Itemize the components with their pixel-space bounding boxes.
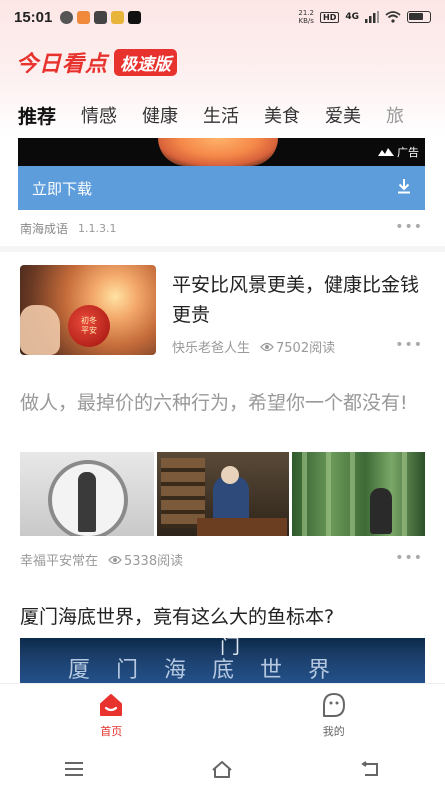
thumbnail-text: 平安: [81, 326, 97, 335]
image-bamboo: [326, 452, 331, 536]
signal-type: 4G: [345, 12, 359, 22]
app-notification-icon: [77, 10, 91, 24]
article-image[interactable]: [157, 452, 289, 536]
image-figure: [370, 488, 392, 534]
image-bamboo: [302, 452, 307, 536]
ad-platform-icon: [378, 148, 394, 156]
ad-download-button[interactable]: 立即下载: [18, 166, 425, 210]
home-outline-icon: [212, 760, 233, 778]
tab-health[interactable]: 健康: [142, 102, 178, 128]
image-desk: [197, 518, 287, 536]
ad-download-label: 立即下载: [32, 179, 93, 198]
nav-mine[interactable]: 我的: [223, 684, 445, 745]
thumbnail-hand: [20, 305, 60, 355]
network-speed-unit: KB/s: [298, 17, 314, 25]
article-title[interactable]: 平安比风景更美，健康比金钱更贵: [172, 270, 427, 330]
ad-advertiser: 南海成语: [20, 222, 69, 236]
feed-divider: [0, 246, 445, 252]
ad-image-glow: [158, 138, 278, 166]
menu-lines-icon: [65, 761, 84, 776]
check-circle-icon: [60, 10, 74, 24]
app-logo: 今日看点 极速版: [16, 46, 178, 78]
home-icon: [100, 693, 123, 716]
recent-apps-button[interactable]: [54, 754, 94, 784]
tab-travel[interactable]: 旅: [386, 102, 404, 128]
cell-signal-icon: [365, 11, 379, 23]
eye-icon: [260, 342, 274, 351]
image-bamboo: [350, 452, 355, 536]
more-options-icon[interactable]: •••: [395, 550, 423, 566]
bottom-nav: 首页 我的: [0, 683, 445, 745]
article-author[interactable]: 快乐老爸人生: [172, 337, 250, 356]
app-notification-icon: [111, 10, 125, 24]
nav-mine-label: 我的: [322, 724, 345, 738]
nav-home[interactable]: 首页: [0, 684, 223, 745]
back-arrow-icon: [361, 760, 378, 776]
wifi-icon: [385, 11, 401, 23]
article-author[interactable]: 幸福平安常在: [20, 550, 98, 569]
ad-image[interactable]: 广告: [18, 138, 425, 166]
status-time: 15:01: [14, 8, 53, 26]
home-system-button[interactable]: [202, 754, 242, 784]
article-title[interactable]: 做人，最掉价的六种行为，希望你一个都没有!: [20, 388, 430, 418]
article-image[interactable]: [292, 452, 425, 536]
ad-meta: 南海成语 1.1.3.1: [20, 220, 427, 237]
back-button[interactable]: [351, 754, 391, 784]
network-speed-value: 21.2: [298, 9, 314, 17]
nav-home-label: 首页: [100, 724, 123, 738]
thumbnail-ornament: 初冬 平安: [68, 305, 110, 347]
network-speed: 21.2 KB/s: [298, 9, 314, 25]
read-count-label: 5338阅读: [124, 554, 184, 569]
ad-tag: 广告: [378, 144, 419, 160]
eye-icon: [108, 555, 122, 564]
image-figure: [78, 472, 96, 532]
ad-version: 1.1.3.1: [78, 222, 117, 235]
download-icon: [397, 178, 411, 198]
article-meta: 快乐老爸人生 7502阅读: [172, 337, 335, 356]
article-meta: 幸福平安常在 5338阅读: [20, 550, 183, 569]
thumbnail-text: 初冬: [81, 316, 97, 325]
image-figure-head: [221, 466, 239, 484]
image-bamboo: [402, 452, 407, 536]
tab-emotion[interactable]: 情感: [81, 102, 117, 128]
article-image[interactable]: 门 厦门海底世界: [20, 638, 425, 683]
category-tabs: 推荐 情感 健康 生活 美食 爱美 旅: [0, 98, 445, 132]
tab-food[interactable]: 美食: [264, 102, 300, 128]
image-sign-text: 厦门海底世界: [68, 658, 357, 683]
read-count-label: 7502阅读: [276, 341, 336, 356]
more-options-icon[interactable]: •••: [395, 219, 423, 235]
article-thumbnail[interactable]: 初冬 平安: [20, 265, 156, 355]
profile-face-icon: [322, 692, 345, 717]
read-count: 7502阅读: [260, 337, 335, 356]
system-nav-bar: [0, 745, 445, 792]
status-bar: 15:01 21.2 KB/s HD 4G: [0, 0, 445, 34]
logo-main-text: 今日看点: [16, 52, 109, 77]
battery-icon: [407, 11, 431, 23]
notification-icons: [60, 10, 142, 24]
logo-badge: 极速版: [114, 48, 178, 76]
article-title[interactable]: 厦门海底世界，竟有这么大的鱼标本?: [20, 602, 430, 632]
tab-life[interactable]: 生活: [203, 102, 239, 128]
tab-recommend[interactable]: 推荐: [18, 102, 56, 129]
read-count: 5338阅读: [108, 550, 183, 569]
ad-tag-label: 广告: [397, 146, 419, 159]
mail-icon: [94, 10, 108, 24]
tab-beauty[interactable]: 爱美: [325, 102, 361, 128]
article-image[interactable]: [20, 452, 154, 536]
more-options-icon[interactable]: •••: [395, 337, 423, 353]
hd-icon: HD: [320, 11, 340, 23]
tiktok-icon: [128, 10, 142, 24]
